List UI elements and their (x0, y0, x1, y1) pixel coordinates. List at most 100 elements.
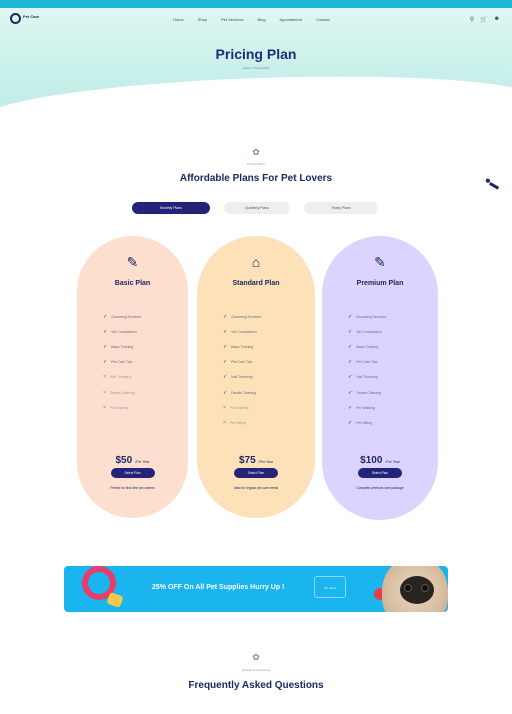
feature-item: ✓ Grooming Services (348, 313, 386, 320)
promo-banner[interactable]: 25% OFF On All Pet Supplies Hurry Up ! P… (64, 566, 448, 612)
plan-features: ✓ Grooming Services ✓ Vet Consultation ✓ Ba… (197, 309, 315, 431)
check-icon: ✓ (348, 389, 353, 396)
feature-item: × Nail Trimming (103, 374, 132, 381)
faq-title: Frequently Asked Questions (188, 680, 324, 691)
plan-features: ✓ Grooming Services ✓ Vet Consultation ✓ Ba… (322, 309, 438, 431)
top-announcement-bar (0, 0, 512, 8)
check-icon: ✓ (223, 374, 228, 381)
pricing-title: Affordable Plans For Pet Lovers (179, 173, 333, 184)
feature-item: ✓ Vet Consultation (348, 328, 382, 335)
feature-item: ✓ Pet Care Tips (348, 359, 378, 366)
promo-stamp: Pet Store (314, 576, 346, 598)
pricing-subtitle: Pricing Plans (247, 162, 265, 166)
pencil-icon: ✎ (126, 254, 139, 270)
cross-icon: × (223, 404, 226, 411)
collar-tag-image (106, 591, 124, 609)
check-icon: ✓ (348, 343, 353, 350)
tab-yearly[interactable]: Yearly Plans (304, 202, 378, 214)
check-icon: ✓ (223, 359, 228, 366)
select-plan-button[interactable]: Select Plan (358, 468, 402, 478)
plan-note: Ideal for regular pet care needs (233, 486, 279, 490)
plan-price: $50/Per Year (77, 450, 188, 468)
pug-eye-right (421, 584, 429, 592)
paw-icon: ✿ (252, 652, 260, 662)
feature-item: ✓ Nail Trimming (223, 374, 253, 381)
feature-item: × Pet Walking (103, 404, 129, 411)
check-icon: ✓ (103, 328, 108, 335)
nav-item-home[interactable]: Home (173, 17, 184, 22)
feature-item: ✓ Vet Consultation (223, 328, 257, 335)
plan-price: $75/Per Year (197, 450, 315, 468)
logo-text: Pet Care (23, 14, 40, 19)
price-period: /Per Year (258, 460, 274, 464)
pricing-tabs: Monthly Plans Quarterly Plans Yearly Pla… (132, 202, 382, 216)
plan-card-premium: ✎ Premium Plan ✓ Grooming Services ✓ Vet C… (322, 236, 438, 520)
plan-card-basic: ✎ Basic Plan ✓ Grooming Services ✓ Vet Con… (77, 236, 188, 518)
promo-text: 25% OFF On All Pet Supplies Hurry Up ! (152, 584, 285, 591)
price-amount: $75 (238, 455, 256, 466)
check-icon: ✓ (348, 359, 353, 366)
plan-features: ✓ Grooming Services ✓ Vet Consultation ✓ Ba… (77, 309, 188, 415)
plan-name: Standard Plan (232, 280, 280, 287)
breadcrumb: Home / Pricing Plan (242, 66, 270, 70)
feature-item: ✓ Basic Training (223, 343, 254, 350)
plan-card-standard: ⌂ Standard Plan ✓ Grooming Services ✓ Vet … (197, 236, 315, 518)
faq-subtitle: Questions & Answers (241, 668, 271, 672)
feature-item: ✓ Pet Care Tips (103, 359, 133, 366)
nav-item-shop[interactable]: Shop (198, 17, 207, 22)
feature-item: ✓ Dental Cleaning (348, 389, 382, 396)
nav-item-blog[interactable]: Blog (257, 17, 265, 22)
check-icon: ✓ (348, 328, 353, 335)
check-icon: ✓ (348, 404, 353, 411)
feature-item: ✓ Pet Care Tips (223, 359, 253, 366)
plan-note: Perfect for first-time pet owners (110, 486, 155, 490)
pug-image (382, 566, 448, 612)
cross-icon: × (103, 389, 106, 396)
cross-icon: × (223, 419, 226, 426)
user-icon[interactable]: ☻ (494, 16, 500, 23)
paw-icon: ✿ (252, 147, 260, 157)
site-logo[interactable]: Pet Care (10, 13, 42, 29)
check-icon: ✓ (103, 343, 108, 350)
feature-item: ✓ Basic Training (348, 343, 379, 350)
cart-icon[interactable]: 🛒 (480, 16, 487, 23)
pug-eye-left (404, 584, 412, 592)
check-icon: ✓ (103, 359, 108, 366)
feature-item: ✓ Nail Trimming (348, 374, 378, 381)
nav-item-appointment[interactable]: Appointment (279, 17, 301, 22)
main-navigation: Pet Care Home Shop Pet Services Blog App… (0, 10, 512, 32)
pencil-icon: ✎ (374, 254, 386, 270)
check-icon: ✓ (223, 313, 228, 320)
feature-item: ✓ Grooming Services (223, 313, 261, 320)
feature-item: × Pet Walking (223, 404, 249, 411)
tab-monthly[interactable]: Monthly Plans (132, 202, 210, 214)
nav-item-contact[interactable]: Contact (316, 17, 330, 22)
logo-icon (10, 13, 21, 24)
price-period: /Per Year (135, 460, 150, 464)
nav-item-pet-services[interactable]: Pet Services (221, 17, 243, 22)
feature-item: ✓ Basic Training (103, 343, 134, 350)
feature-item: ✓ Pet Sitting (348, 419, 373, 426)
check-icon: ✓ (223, 389, 228, 396)
plan-price: $100/Per Year (322, 450, 438, 468)
nav-icons: ⚲ 🛒 ☻ (470, 16, 500, 23)
search-icon[interactable]: ⚲ (470, 16, 474, 23)
select-plan-button[interactable]: Select Plan (234, 468, 278, 478)
feature-item: ✓ Pet Walking (348, 404, 375, 411)
plan-name: Premium Plan (356, 280, 404, 287)
feature-item: × Dental Cleaning (103, 389, 135, 396)
price-amount: $50 (115, 455, 133, 466)
price-period: /Per Year (385, 460, 400, 464)
check-icon: ✓ (103, 313, 108, 320)
check-icon: ✓ (348, 419, 353, 426)
check-icon: ✓ (348, 313, 353, 320)
price-amount: $100 (360, 455, 383, 466)
pug-face (400, 576, 434, 604)
page-title: Pricing Plan (215, 46, 297, 62)
feature-item: ✓ Vet Consultation (103, 328, 137, 335)
check-icon: ✓ (348, 374, 353, 381)
select-plan-button[interactable]: Select Plan (110, 468, 155, 478)
tab-quarterly[interactable]: Quarterly Plans (224, 202, 290, 214)
check-icon: ✓ (223, 328, 228, 335)
plan-name: Basic Plan (114, 280, 151, 287)
